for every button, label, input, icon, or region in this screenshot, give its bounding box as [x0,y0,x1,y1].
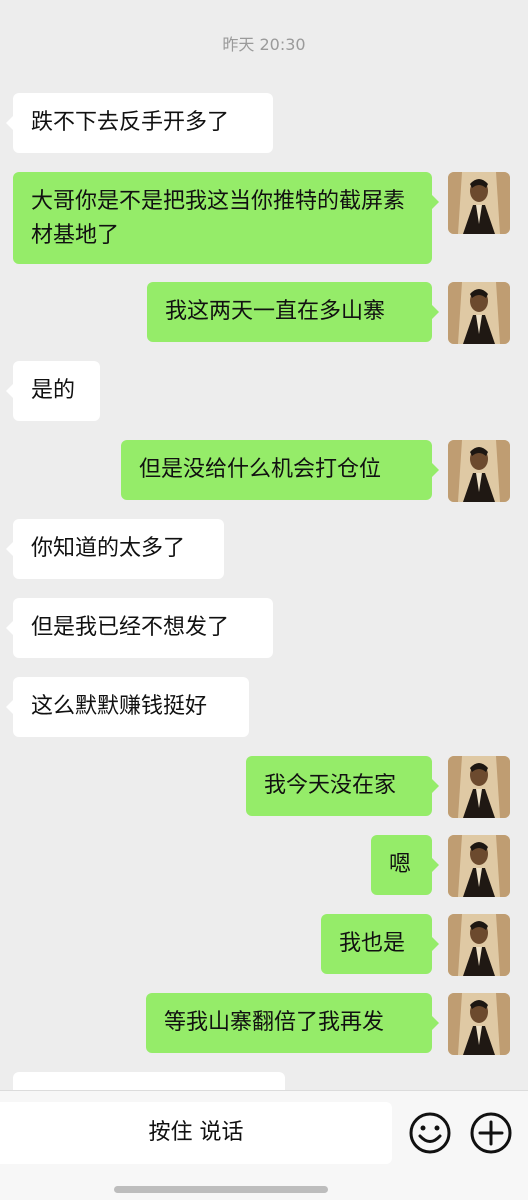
hold-to-talk-button[interactable]: 按住 说话 [0,1102,392,1164]
portrait-icon [448,993,510,1055]
user-avatar[interactable] [448,756,510,818]
portrait-icon [448,440,510,502]
message-bubble-incoming[interactable]: 是的 [6,361,100,421]
message-text: 嗯 [389,852,412,877]
message-bubble-incoming[interactable]: 你知道的太多了 [6,519,224,579]
portrait-icon [448,172,510,234]
home-indicator[interactable] [114,1186,328,1193]
more-options-button[interactable] [469,1111,513,1155]
smiley-face-icon [409,1112,451,1154]
portrait-icon [448,835,510,897]
user-avatar[interactable] [448,172,510,234]
user-avatar[interactable] [448,282,510,344]
message-text: 我今天没在家 [264,773,397,798]
message-bubble-outgoing[interactable]: 我这两天一直在多山寨 [147,282,439,342]
message-bubble-incoming[interactable]: 跌不下去反手开多了 [6,93,273,153]
message-bubble-incoming[interactable]: 但是我已经不想发了 [6,598,273,658]
message-text: 是的 [31,378,76,403]
portrait-icon [448,914,510,976]
chat-screen: 昨天 20:30 跌不下去反手开多了 大哥你是不是把我这当你推特的截屏素材基地了… [0,0,528,1200]
user-avatar[interactable] [448,835,510,897]
message-bubble-outgoing[interactable]: 我也是 [321,914,439,974]
message-text: 跌不下去反手开多了 [31,110,230,135]
message-text: 大哥你是不是把我这当你推特的截屏素材基地了 [31,189,406,248]
portrait-icon [448,756,510,818]
emoji-button[interactable] [408,1111,452,1155]
user-avatar[interactable] [448,993,510,1055]
message-text: 我这两天一直在多山寨 [165,299,386,324]
message-bubble-outgoing[interactable]: 嗯 [371,835,439,895]
message-bubble-outgoing[interactable]: 大哥你是不是把我这当你推特的截屏素材基地了 [13,172,439,264]
message-text: 这么默默赚钱挺好 [31,694,208,719]
portrait-icon [448,282,510,344]
message-bubble-outgoing[interactable]: 但是没给什么机会打仓位 [121,440,439,500]
message-bubble-incoming[interactable]: 这么默默赚钱挺好 [6,677,249,737]
message-bubble-outgoing[interactable]: 我今天没在家 [246,756,439,816]
message-bubble-outgoing[interactable]: 等我山寨翻倍了我再发 [146,993,439,1053]
message-text: 我也是 [339,931,406,956]
message-text: 但是我已经不想发了 [31,615,230,640]
plus-circle-icon [470,1112,512,1154]
message-text: 你知道的太多了 [31,536,186,561]
message-text: 等我山寨翻倍了我再发 [164,1010,385,1035]
user-avatar[interactable] [448,914,510,976]
chat-timestamp: 昨天 20:30 [222,35,306,54]
message-text: 但是没给什么机会打仓位 [139,457,382,482]
user-avatar[interactable] [448,440,510,502]
